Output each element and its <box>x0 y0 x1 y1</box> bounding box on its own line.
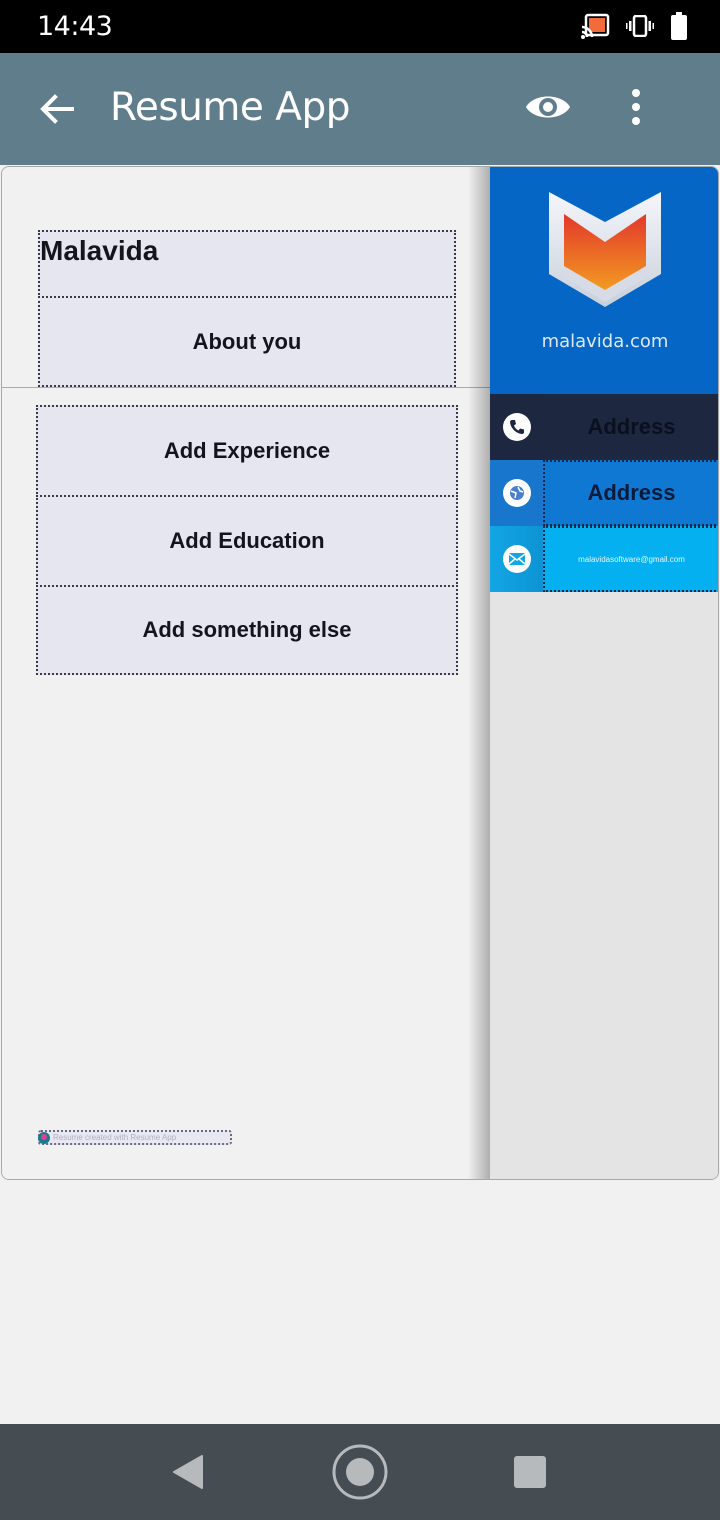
email-field[interactable]: malavidasoftware@gmail.com <box>543 526 718 592</box>
profile-photo[interactable]: malavida.com <box>490 167 718 394</box>
globe-icon <box>502 479 531 507</box>
recents-nav-icon[interactable] <box>514 1456 546 1488</box>
app-logo-icon <box>38 1131 50 1144</box>
column-shadow <box>468 167 490 1179</box>
resume-main-column: Malavida About you Add Experience Add Ed… <box>2 167 490 1179</box>
footer-note-text: Resume created with Resume App <box>53 1133 177 1142</box>
about-you-button[interactable]: About you <box>38 296 456 387</box>
resume-sidebar: malavida.com Address Address malavidasof… <box>490 167 718 1179</box>
add-education-button[interactable]: Add Education <box>36 495 458 587</box>
resume-preview: Malavida About you Add Experience Add Ed… <box>1 166 719 1180</box>
divider <box>2 387 490 388</box>
contact-row-mail: malavidasoftware@gmail.com <box>490 526 718 592</box>
web-icon-cell <box>490 460 543 526</box>
name-field[interactable]: Malavida <box>38 230 456 298</box>
app-bar: Resume App <box>0 53 720 165</box>
mail-icon-cell <box>490 526 543 592</box>
contact-row-phone: Address <box>490 394 718 460</box>
add-something-else-button[interactable]: Add something else <box>36 585 458 675</box>
back-nav-icon[interactable] <box>172 1454 204 1490</box>
home-nav-icon[interactable] <box>331 1443 389 1501</box>
phone-icon-cell <box>490 394 543 460</box>
more-vert-icon[interactable] <box>622 87 650 127</box>
status-icons <box>580 12 688 40</box>
eye-icon[interactable] <box>524 89 572 125</box>
status-bar: 14:43 <box>0 0 720 53</box>
arrow-back-icon[interactable] <box>36 89 76 129</box>
contact-row-web: Address <box>490 460 718 526</box>
mail-icon <box>502 545 531 573</box>
phone-field[interactable]: Address <box>543 394 718 460</box>
footer-note[interactable]: Resume created with Resume App <box>38 1130 232 1145</box>
vibrate-icon <box>626 15 654 37</box>
app-title: Resume App <box>110 85 350 130</box>
cast-icon <box>581 13 610 39</box>
status-time: 14:43 <box>37 11 113 42</box>
navigation-bar <box>0 1424 720 1520</box>
add-experience-button[interactable]: Add Experience <box>36 405 458 497</box>
malavida-logo-icon <box>549 192 661 307</box>
address-field[interactable]: Address <box>543 460 718 526</box>
phone-icon <box>502 413 531 441</box>
logo-caption: malavida.com <box>541 331 669 352</box>
battery-icon <box>671 12 687 40</box>
